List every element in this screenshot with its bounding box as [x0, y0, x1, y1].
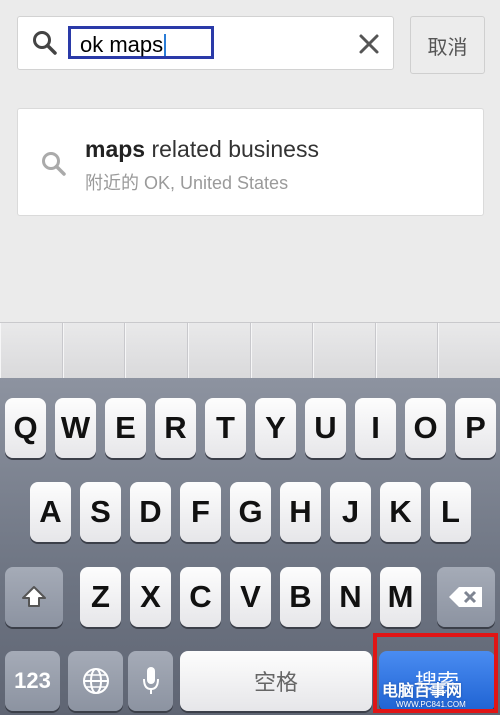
suggestion-title-rest: related business [145, 136, 319, 162]
key-w[interactable]: W [55, 398, 96, 458]
candidate-slot[interactable] [63, 323, 126, 379]
key-c[interactable]: C [180, 567, 221, 627]
key-v[interactable]: V [230, 567, 271, 627]
key-d[interactable]: D [130, 482, 171, 542]
key-g[interactable]: G [230, 482, 271, 542]
key-r[interactable]: R [155, 398, 196, 458]
key-y[interactable]: Y [255, 398, 296, 458]
key-q[interactable]: Q [5, 398, 46, 458]
clear-icon[interactable] [358, 33, 380, 55]
watermark: 电脑百事网 WWW.PC841.COM [382, 677, 498, 711]
candidate-slot[interactable] [251, 323, 314, 379]
cancel-button[interactable]: 取消 [410, 16, 485, 74]
watermark-url: WWW.PC841.COM [396, 700, 466, 709]
globe-key[interactable] [68, 651, 123, 711]
dictation-key[interactable] [128, 651, 173, 711]
key-m[interactable]: M [380, 567, 421, 627]
globe-icon [82, 668, 109, 694]
candidate-slot[interactable] [313, 323, 376, 379]
candidate-bar [0, 322, 500, 379]
key-f[interactable]: F [180, 482, 221, 542]
key-n[interactable]: N [330, 567, 371, 627]
key-l[interactable]: L [430, 482, 471, 542]
key-a[interactable]: A [30, 482, 71, 542]
key-u[interactable]: U [305, 398, 346, 458]
shift-key[interactable] [5, 567, 63, 627]
watermark-main: 电脑百事网 [382, 683, 463, 700]
suggestion-title: maps related business [85, 136, 319, 163]
search-icon [33, 31, 57, 55]
backspace-icon [449, 587, 482, 607]
key-i[interactable]: I [355, 398, 396, 458]
key-p[interactable]: P [455, 398, 496, 458]
search-icon [42, 152, 66, 176]
suggestion-subtitle: 附近的 OK, United States [85, 173, 289, 193]
backspace-key[interactable] [437, 567, 495, 627]
candidate-slot[interactable] [376, 323, 439, 379]
key-h[interactable]: H [280, 482, 321, 542]
key-k[interactable]: K [380, 482, 421, 542]
candidate-slot[interactable] [438, 323, 500, 379]
search-input[interactable]: ok maps [80, 32, 167, 57]
key-z[interactable]: Z [80, 567, 121, 627]
key-j[interactable]: J [330, 482, 371, 542]
text-caret [164, 34, 167, 56]
candidate-slot[interactable] [125, 323, 188, 379]
key-x[interactable]: X [130, 567, 171, 627]
key-b[interactable]: B [280, 567, 321, 627]
search-suggestion[interactable]: maps related business 附近的 OK, United Sta… [17, 108, 484, 216]
key-t[interactable]: T [205, 398, 246, 458]
candidate-slot[interactable] [188, 323, 251, 379]
search-field[interactable]: ok maps [17, 16, 394, 70]
key-e[interactable]: E [105, 398, 146, 458]
microphone-icon [142, 667, 159, 694]
key-s[interactable]: S [80, 482, 121, 542]
candidate-slot[interactable] [0, 323, 63, 379]
space-key[interactable]: 空格 [180, 651, 372, 711]
numbers-key[interactable]: 123 [5, 651, 60, 711]
search-query: ok maps [80, 32, 164, 57]
suggestion-title-bold: maps [85, 136, 146, 162]
key-o[interactable]: O [405, 398, 446, 458]
shift-icon [22, 586, 46, 607]
